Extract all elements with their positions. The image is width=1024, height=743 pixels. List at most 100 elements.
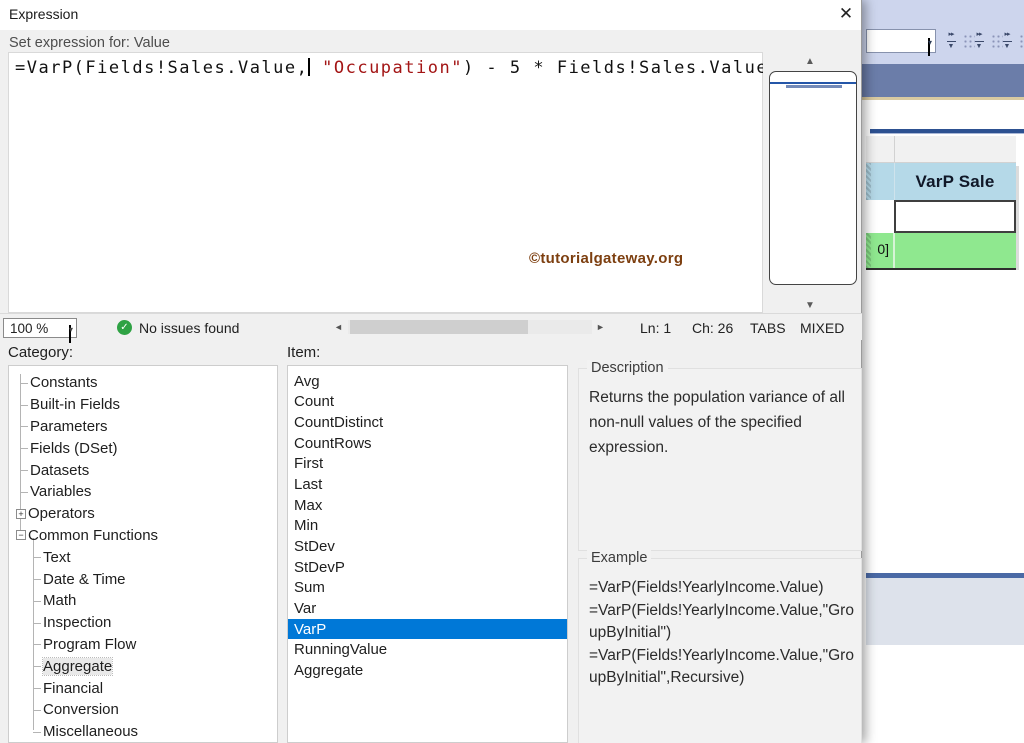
category-item[interactable]: Program Flow <box>9 634 277 656</box>
category-item[interactable]: Inspection <box>9 612 277 634</box>
item-list-option[interactable]: Min <box>288 515 567 536</box>
expression-editor[interactable]: =VarP(Fields!Sales.Value, "Occupation") … <box>8 52 763 313</box>
item-list-option[interactable]: CountRows <box>288 433 567 454</box>
item-list-option[interactable]: VarP <box>288 619 567 640</box>
item-list-option[interactable]: StDev <box>288 536 567 557</box>
item-list-option[interactable]: CountDistinct <box>288 412 567 433</box>
category-item[interactable]: + Operators <box>9 503 277 525</box>
tree-tick <box>20 426 28 427</box>
tree-tick <box>20 383 28 384</box>
category-item[interactable]: Text <box>9 546 277 568</box>
zoom-value: 100 % <box>10 321 48 336</box>
example-lines: =VarP(Fields!YearlyIncome.Value) =VarP(F… <box>589 577 857 690</box>
category-item[interactable]: Fields (DSet) <box>9 437 277 459</box>
category-item[interactable]: Built-in Fields <box>9 394 277 416</box>
item-list-option[interactable]: Count <box>288 392 567 413</box>
bottom-panel <box>866 578 1024 645</box>
editor-statusbar: 100 % ▾ ✓ No issues found ◄ ► Ln: 1 Ch: … <box>0 313 862 340</box>
close-button[interactable]: ✕ <box>832 1 860 27</box>
char-indicator: Ch: 26 <box>692 320 733 336</box>
description-panel-label: Description <box>587 360 668 376</box>
horizontal-scrollbar[interactable] <box>348 320 592 334</box>
table-shadow <box>1016 166 1019 270</box>
chevron-down-icon: ▾ <box>69 325 71 343</box>
table-bottom-border <box>866 268 1017 270</box>
tree-tick <box>33 688 41 689</box>
row-handle <box>866 163 871 200</box>
item-list-option[interactable]: Var <box>288 598 567 619</box>
description-panel: Description Returns the population varia… <box>578 368 862 551</box>
tree-tick <box>33 557 41 558</box>
category-item[interactable]: Miscellaneous <box>9 721 277 743</box>
report-designer-window: ▾ ▸▸▼ ▸▸▼ ▸▸▼ VarP Sale <box>862 0 1024 743</box>
watermark: ©tutorialgateway.org <box>529 250 683 267</box>
description-text: Returns the population variance of all n… <box>589 385 853 460</box>
dialog-titlebar[interactable]: Expression ✕ <box>0 0 861 30</box>
toolbar-icon-group: ▸▸▼ <box>944 30 975 55</box>
designer-accent-line <box>862 97 1024 100</box>
tree-tick <box>33 644 41 645</box>
expression-text[interactable]: =VarP(Fields!Sales.Value, "Occupation") … <box>15 58 768 78</box>
category-item[interactable]: − Common Functions <box>9 525 277 547</box>
string-literal: "Occupation" <box>322 58 463 78</box>
toolbar-icon-group: ▸▸▼ <box>972 30 1003 55</box>
tabs-indicator: TABS <box>750 320 786 336</box>
toolbar-combobox[interactable]: ▾ <box>866 29 936 53</box>
border-style-icon[interactable]: ▸▸▼ <box>1000 30 1014 55</box>
tree-tick <box>33 666 41 667</box>
category-item[interactable]: Parameters <box>9 416 277 438</box>
designer-title-band <box>862 64 1024 97</box>
category-tree[interactable]: Constants Built-in Fields Parameters Fie… <box>8 365 278 743</box>
example-panel-label: Example <box>587 550 651 566</box>
hscroll-right-arrow-icon[interactable]: ► <box>596 322 605 332</box>
item-list[interactable]: Avg Count CountDistinct CountRows First … <box>287 365 568 743</box>
scroll-up-icon[interactable]: ▲ <box>805 56 815 67</box>
tree-expander[interactable]: − <box>16 530 26 540</box>
item-list-option[interactable]: Last <box>288 474 567 495</box>
example-panel: Example =VarP(Fields!YearlyIncome.Value)… <box>578 558 862 743</box>
table-header-row: VarP Sale <box>866 163 1016 200</box>
item-list-option[interactable]: RunningValue <box>288 639 567 660</box>
table-header-cell[interactable]: VarP Sale <box>894 163 1016 200</box>
expression-fragment: 0] <box>866 241 892 257</box>
table-total-row: 0] <box>866 233 1016 268</box>
issues-status: No issues found <box>139 320 239 336</box>
tree-expander[interactable]: + <box>16 509 26 519</box>
mixed-indicator: MIXED <box>800 320 844 336</box>
preview-popup <box>769 71 857 285</box>
hscroll-thumb[interactable] <box>350 320 528 334</box>
item-list-option[interactable]: Avg <box>288 371 567 392</box>
zoom-select[interactable]: 100 % ▾ <box>3 318 77 338</box>
category-item[interactable]: Datasets <box>9 459 277 481</box>
item-list-option[interactable]: Max <box>288 495 567 516</box>
editor-side-strip: ▲ ▼ <box>763 52 858 313</box>
category-item[interactable]: Constants <box>9 372 277 394</box>
category-item[interactable]: Variables <box>9 481 277 503</box>
scroll-down-icon[interactable]: ▼ <box>805 300 815 311</box>
expression-dialog: Expression ✕ Set expression for: Value =… <box>0 0 862 743</box>
item-list-option[interactable]: StDevP <box>288 557 567 578</box>
hscroll-left-arrow-icon[interactable]: ◄ <box>334 322 343 332</box>
border-style-icon[interactable]: ▸▸▼ <box>972 30 986 55</box>
tree-tick <box>33 623 41 624</box>
border-style-icon[interactable]: ▸▸▼ <box>944 30 958 55</box>
selected-table-cell[interactable] <box>894 200 1016 233</box>
category-item[interactable]: Date & Time <box>9 568 277 590</box>
item-list-option[interactable]: Aggregate <box>288 660 567 681</box>
tree-tick <box>20 470 28 471</box>
item-list-option[interactable]: First <box>288 454 567 475</box>
dot-grid-icon[interactable] <box>1018 33 1024 50</box>
success-check-icon: ✓ <box>117 320 132 335</box>
preview-popup-text <box>786 85 842 88</box>
close-icon: ✕ <box>839 4 853 24</box>
example-line: =VarP(Fields!YearlyIncome.Value,"GroupBy… <box>589 645 857 690</box>
line-indicator: Ln: 1 <box>640 320 671 336</box>
category-item[interactable]: Financial <box>9 677 277 699</box>
category-item[interactable]: Conversion <box>9 699 277 721</box>
category-item[interactable]: Math <box>9 590 277 612</box>
category-item[interactable]: Aggregate <box>9 655 277 677</box>
toolbar-icon-group: ▸▸▼ <box>1000 30 1024 55</box>
example-line: =VarP(Fields!YearlyIncome.Value,"GroupBy… <box>589 600 857 645</box>
item-list-option[interactable]: Sum <box>288 577 567 598</box>
category-label: Category: <box>8 344 73 361</box>
